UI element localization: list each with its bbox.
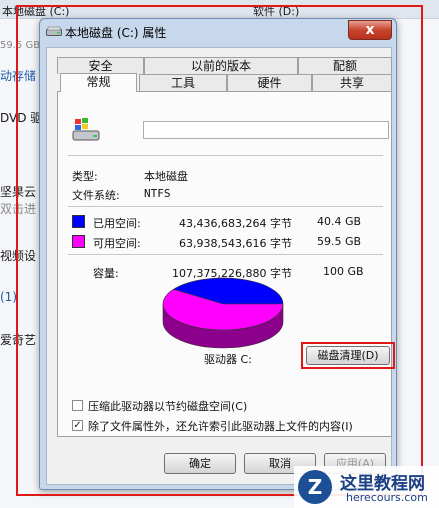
disk-usage-pie-chart: [162, 277, 284, 349]
filesystem-value: NTFS: [144, 187, 171, 200]
close-icon: x: [365, 22, 375, 38]
free-space-swatch: [72, 235, 85, 248]
divider: [68, 254, 383, 255]
divider: [68, 206, 383, 207]
tab-label: 以前的版本: [190, 59, 251, 73]
checkmark-icon: ✓: [73, 420, 82, 431]
used-space-label: 已用空间:: [93, 217, 141, 230]
type-value: 本地磁盘: [144, 170, 188, 183]
ok-button[interactable]: 确定: [164, 453, 236, 474]
tab-security[interactable]: 安全: [57, 57, 144, 74]
tab-sharing[interactable]: 共享: [312, 74, 392, 91]
drive-icon: [46, 26, 62, 36]
free-space-label: 可用空间:: [93, 237, 141, 250]
bg-left-item[interactable]: DVD 驱: [0, 109, 42, 126]
type-label: 类型:: [72, 170, 98, 183]
close-button[interactable]: x: [348, 20, 392, 40]
watermark: Z 这里教程网 herecours.com: [294, 466, 439, 508]
bg-left-item[interactable]: 视频设: [0, 247, 36, 264]
svg-text:Z: Z: [308, 475, 323, 499]
title-bar[interactable]: 本地磁盘 (C:) 属性 x: [40, 19, 396, 45]
bg-left-item[interactable]: 爱奇艺: [0, 331, 36, 348]
bg-left-item[interactable]: 动存储: [0, 67, 36, 84]
tab-label: 配额: [332, 59, 357, 73]
compress-label[interactable]: 压缩此驱动器以节约磁盘空间(C): [88, 398, 247, 414]
filesystem-label: 文件系统:: [72, 189, 120, 202]
used-space-size: 40.4 GB: [317, 215, 362, 228]
tab-label: 硬件: [257, 76, 282, 90]
free-space-size: 59.5 GB: [317, 235, 362, 248]
tab-hardware[interactable]: 硬件: [227, 74, 312, 91]
tab-quota[interactable]: 配额: [298, 57, 392, 74]
tab-previous-versions[interactable]: 以前的版本: [144, 57, 298, 74]
bg-left-item: 双击进: [0, 202, 37, 216]
divider: [68, 155, 383, 156]
tab-label: 工具: [170, 76, 195, 90]
general-tab-panel: 类型: 本地磁盘 文件系统: NTFS 已用空间: 43,436,683,264…: [57, 91, 395, 437]
tab-label: 共享: [339, 76, 364, 90]
bg-drive-d[interactable]: 软件 (D:): [253, 3, 299, 19]
bg-left-item[interactable]: (1): [0, 290, 17, 304]
free-space-bytes: 63,938,543,616 字节: [179, 237, 292, 250]
compress-checkbox[interactable]: [72, 400, 83, 411]
properties-dialog: 本地磁盘 (C:) 属性 x 安全 以前的版本 配额 常规 工具 硬件 共享 类…: [39, 18, 397, 490]
capacity-label: 容量:: [93, 267, 119, 280]
capacity-size: 100 GB: [323, 265, 364, 278]
logo-icon: Z: [298, 470, 332, 504]
bg-drive-c[interactable]: 本地磁盘 (C:): [2, 3, 69, 19]
used-space-bytes: 43,436,683,264 字节: [179, 217, 292, 230]
drive-letter-label: 驱动器 C:: [204, 353, 252, 366]
bg-size-hint: 59.5 GB: [0, 40, 41, 51]
watermark-url: herecours.com: [346, 491, 428, 504]
dialog-client: 安全 以前的版本 配额 常规 工具 硬件 共享 类型: 本地磁盘 文件系统: N…: [46, 47, 395, 485]
windows-drive-icon: [72, 118, 100, 141]
tab-tools[interactable]: 工具: [139, 74, 227, 91]
drive-name-input[interactable]: [143, 121, 389, 139]
bg-left-item[interactable]: 坚果云: [0, 183, 36, 200]
tab-general[interactable]: 常规: [60, 73, 137, 92]
index-checkbox[interactable]: ✓: [72, 420, 83, 431]
dialog-title: 本地磁盘 (C:) 属性: [65, 26, 167, 40]
tab-label: 常规: [86, 75, 111, 89]
index-label[interactable]: 除了文件属性外，还允许索引此驱动器上文件的内容(I): [88, 418, 353, 434]
used-space-swatch: [72, 215, 85, 228]
disk-cleanup-button[interactable]: 磁盘清理(D): [306, 346, 390, 365]
tab-label: 安全: [88, 59, 113, 73]
